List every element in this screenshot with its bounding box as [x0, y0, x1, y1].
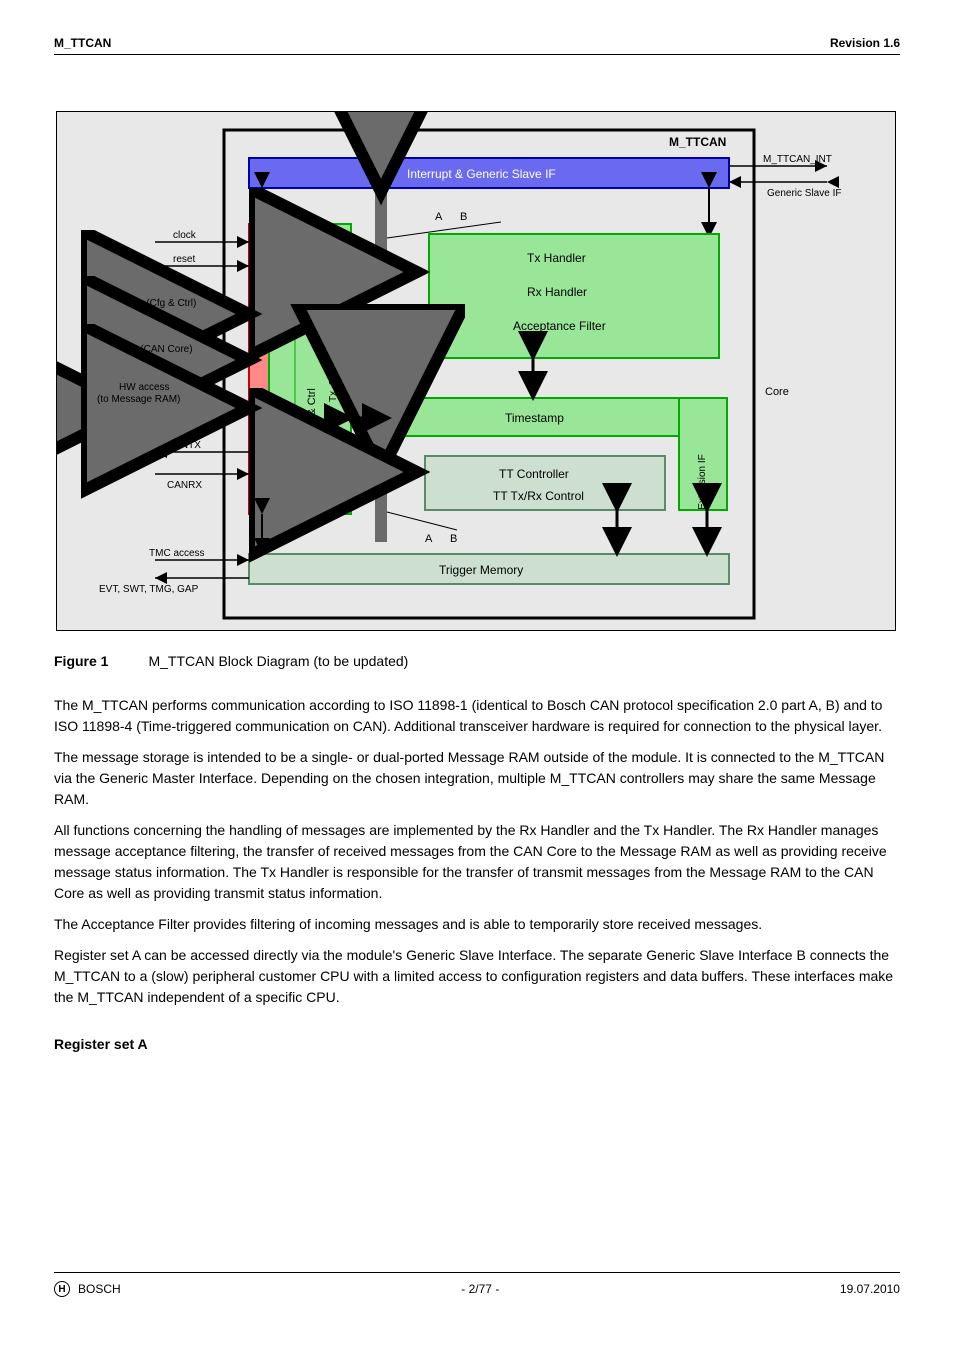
paragraph: The M_TTCAN performs communication accor… — [54, 695, 900, 737]
svg-text:Acceptance Filter: Acceptance Filter — [513, 319, 606, 333]
svg-text:EVT, SWT, TMG, GAP: EVT, SWT, TMG, GAP — [99, 584, 199, 595]
svg-text:(to Message RAM): (to Message RAM) — [97, 394, 180, 405]
svg-text:Extension IF: Extension IF — [697, 454, 708, 510]
svg-text:Cfg & Ctrl: Cfg & Ctrl — [306, 388, 318, 436]
svg-text:Core: Core — [765, 386, 789, 398]
svg-text:Tx Handler: Tx Handler — [527, 251, 586, 265]
svg-text:Rx_State: Rx_State — [328, 421, 339, 463]
svg-text:M_TTCAN: M_TTCAN — [669, 135, 726, 149]
svg-text:TMC access: TMC access — [149, 548, 205, 559]
svg-text:M_TTCAN_INT: M_TTCAN_INT — [763, 154, 832, 165]
svg-text:clock: clock — [173, 230, 197, 241]
block-diagram: M_TTCAN Interrupt & Generic Slave IF M_T… — [56, 111, 896, 631]
svg-text:Tx_State: Tx_State — [328, 362, 339, 402]
svg-text:HW access (Cfg & Ctrl): HW access (Cfg & Ctrl) — [93, 298, 196, 309]
svg-text:TT Controller: TT Controller — [499, 467, 569, 481]
svg-text:Generic Slave IF: Generic Slave IF — [767, 188, 841, 199]
svg-text:TT Tx/Rx Control: TT Tx/Rx Control — [493, 489, 584, 503]
page-footer: H BOSCH - 2/77 - 19.07.2010 — [54, 1272, 900, 1297]
footer-date: 19.07.2010 — [840, 1282, 900, 1296]
paragraph: The Acceptance Filter provides filtering… — [54, 914, 900, 935]
doc-revision: Revision 1.6 — [830, 36, 900, 50]
svg-text:HW access: HW access — [119, 382, 170, 393]
svg-text:B: B — [460, 211, 467, 223]
figure-caption-text: M_TTCAN Block Diagram (to be updated) — [148, 653, 408, 669]
sync-block — [249, 224, 269, 514]
svg-text:reset: reset — [173, 254, 195, 265]
svg-text:B: B — [450, 533, 457, 545]
paragraph: The message storage is intended to be a … — [54, 747, 900, 810]
svg-text:Interrupt & Generic Slave IF: Interrupt & Generic Slave IF — [407, 167, 556, 181]
footer-page: - 2/77 - — [461, 1282, 499, 1296]
header-rule — [54, 54, 900, 55]
svg-text:Rx Handler: Rx Handler — [527, 285, 587, 299]
svg-text:A: A — [425, 533, 433, 545]
figure-caption: Figure 1 M_TTCAN Block Diagram (to be up… — [54, 653, 900, 669]
paragraph: All functions concerning the handling of… — [54, 820, 900, 904]
subheading: Register set A — [54, 1034, 900, 1055]
svg-text:Trigger Memory: Trigger Memory — [439, 563, 523, 577]
doc-title: M_TTCAN — [54, 36, 111, 50]
paragraph: Register set A can be accessed directly … — [54, 945, 900, 1008]
svg-text:CANTX: CANTX — [167, 440, 201, 451]
figure-label: Figure 1 — [54, 653, 108, 669]
svg-text:Timestamp: Timestamp — [505, 411, 564, 425]
body-text: The M_TTCAN performs communication accor… — [54, 695, 900, 1055]
svg-text:Sync: Sync — [255, 399, 267, 424]
svg-text:A: A — [435, 211, 443, 223]
footer-company: BOSCH — [78, 1282, 121, 1296]
svg-text:CANRX: CANRX — [167, 480, 202, 491]
svg-text:HW access (CAN Core): HW access (CAN Core) — [87, 344, 193, 355]
bosch-logo-icon: H — [54, 1281, 70, 1297]
